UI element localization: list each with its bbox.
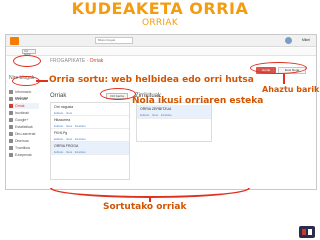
posts-icon <box>9 97 13 101</box>
breadcrumb-separator: · <box>86 58 89 64</box>
banner-title: KUDEAKETA ORRIA <box>71 0 249 18</box>
stats-icon <box>9 125 13 129</box>
page-links[interactable]: Editatu · Ikusi · Ezabatu <box>54 137 86 141</box>
tabs-list: ORRIA ZERBITZUA Editatu · Ikusi · Ezabat… <box>136 102 212 142</box>
annotation-show-link: Nola ikusi orriaren esteka <box>132 96 264 106</box>
sidebar-item-settings[interactable]: Ezarpenak <box>9 152 39 158</box>
page-title: FKHLPg <box>54 131 68 135</box>
breadcrumb-blog[interactable]: FROGAPIKATE <box>50 58 85 64</box>
pages-list: Orri nagusia Editatu · Ikusi Hitzaurrea … <box>50 102 130 180</box>
list-item[interactable]: Orri nagusia Editatu · Ikusi <box>51 103 129 116</box>
annotation-dont-forget: Ahaztu barik <box>262 85 320 94</box>
pointer-line <box>283 74 285 84</box>
highlight-save-ellipse <box>250 62 307 74</box>
earnings-icon <box>9 132 13 136</box>
settings-icon <box>9 153 13 157</box>
highlight-new-page-ellipse <box>100 88 136 100</box>
brand-logo-icon <box>299 226 315 238</box>
googleplus-icon <box>9 118 13 122</box>
page-title: ORRIA FROGA <box>54 144 79 148</box>
pages-title: Orriak <box>50 93 67 99</box>
blog-subbar: Nire blogak Orri berria <box>6 48 316 56</box>
breadcrumb-section: Orriak <box>89 58 104 64</box>
list-item[interactable]: ORRIA ZERBITZUA Editatu · Ikusi · Ezabat… <box>137 105 211 119</box>
highlight-blogs-ellipse <box>13 55 41 67</box>
annotation-create-page: Orria sortu: web helbidea edo orri hutsa <box>49 75 254 85</box>
avatar[interactable] <box>285 37 292 44</box>
sidebar-item-googleplus[interactable]: Google+ <box>9 117 39 123</box>
banner-subtitle: ORRIAK <box>141 18 179 28</box>
sidebar-item-template[interactable]: Txantiloia <box>9 145 39 151</box>
new-post-dropdown[interactable]: Orri berria <box>22 49 36 56</box>
pointer-line <box>36 80 48 82</box>
page-title: ORRIA ZERBITZUA <box>140 107 172 111</box>
blogger-screenshot: Bilatu blogak Mikel Nire blogak Orri ber… <box>5 34 317 190</box>
sidebar-item-overview[interactable]: Informazio orokorra <box>9 89 39 100</box>
annotation-created-pages: Sortutako orriak <box>103 202 187 212</box>
blogger-logo-icon[interactable] <box>10 37 19 45</box>
template-icon <box>9 146 13 150</box>
page-title: Orri nagusia <box>54 105 74 109</box>
sidebar-item-pages[interactable]: Orriak <box>9 103 39 109</box>
layout-icon <box>9 139 13 143</box>
sidebar-item-posts[interactable]: Mezuak <box>9 96 39 102</box>
overview-icon <box>9 90 13 94</box>
sidebar-item-earnings[interactable]: Diru-sarrerak <box>9 131 39 137</box>
blogger-topbar: Bilatu blogak Mikel <box>6 35 316 47</box>
page-links[interactable]: Editatu · Ikusi · Ezabatu <box>54 150 86 154</box>
sidebar-item-comments[interactable]: Iruzkinak <box>9 110 39 116</box>
page-title: Hitzaurrea <box>54 118 71 122</box>
page-links[interactable]: Editatu · Ikusi <box>54 111 72 115</box>
search-input[interactable]: Bilatu blogak <box>95 37 133 44</box>
page-links[interactable]: Editatu · Ikusi · Ezabatu <box>54 124 86 128</box>
sidebar-item-layout[interactable]: Diseinua <box>9 138 39 144</box>
logo-block <box>308 229 312 235</box>
list-item[interactable]: Hitzaurrea Editatu · Ikusi · Ezabatu <box>51 116 129 129</box>
pages-icon <box>9 104 13 108</box>
page-links[interactable]: Editatu · Ikusi · Ezabatu <box>140 113 172 117</box>
comments-icon <box>9 111 13 115</box>
sidebar-item-stats[interactable]: Estatistikak <box>9 124 39 130</box>
list-item[interactable]: ORRIA FROGA Editatu · Ikusi · Ezabatu <box>51 142 129 155</box>
list-item[interactable]: FKHLPg Editatu · Ikusi · Ezabatu <box>51 129 129 142</box>
breadcrumb: FROGAPIKATE · Orriak <box>50 58 103 64</box>
user-name[interactable]: Mikel <box>302 37 310 43</box>
logo-block <box>302 229 306 235</box>
sidebar: Nire blogak Informazio orokorra Mezuak O… <box>6 57 40 177</box>
